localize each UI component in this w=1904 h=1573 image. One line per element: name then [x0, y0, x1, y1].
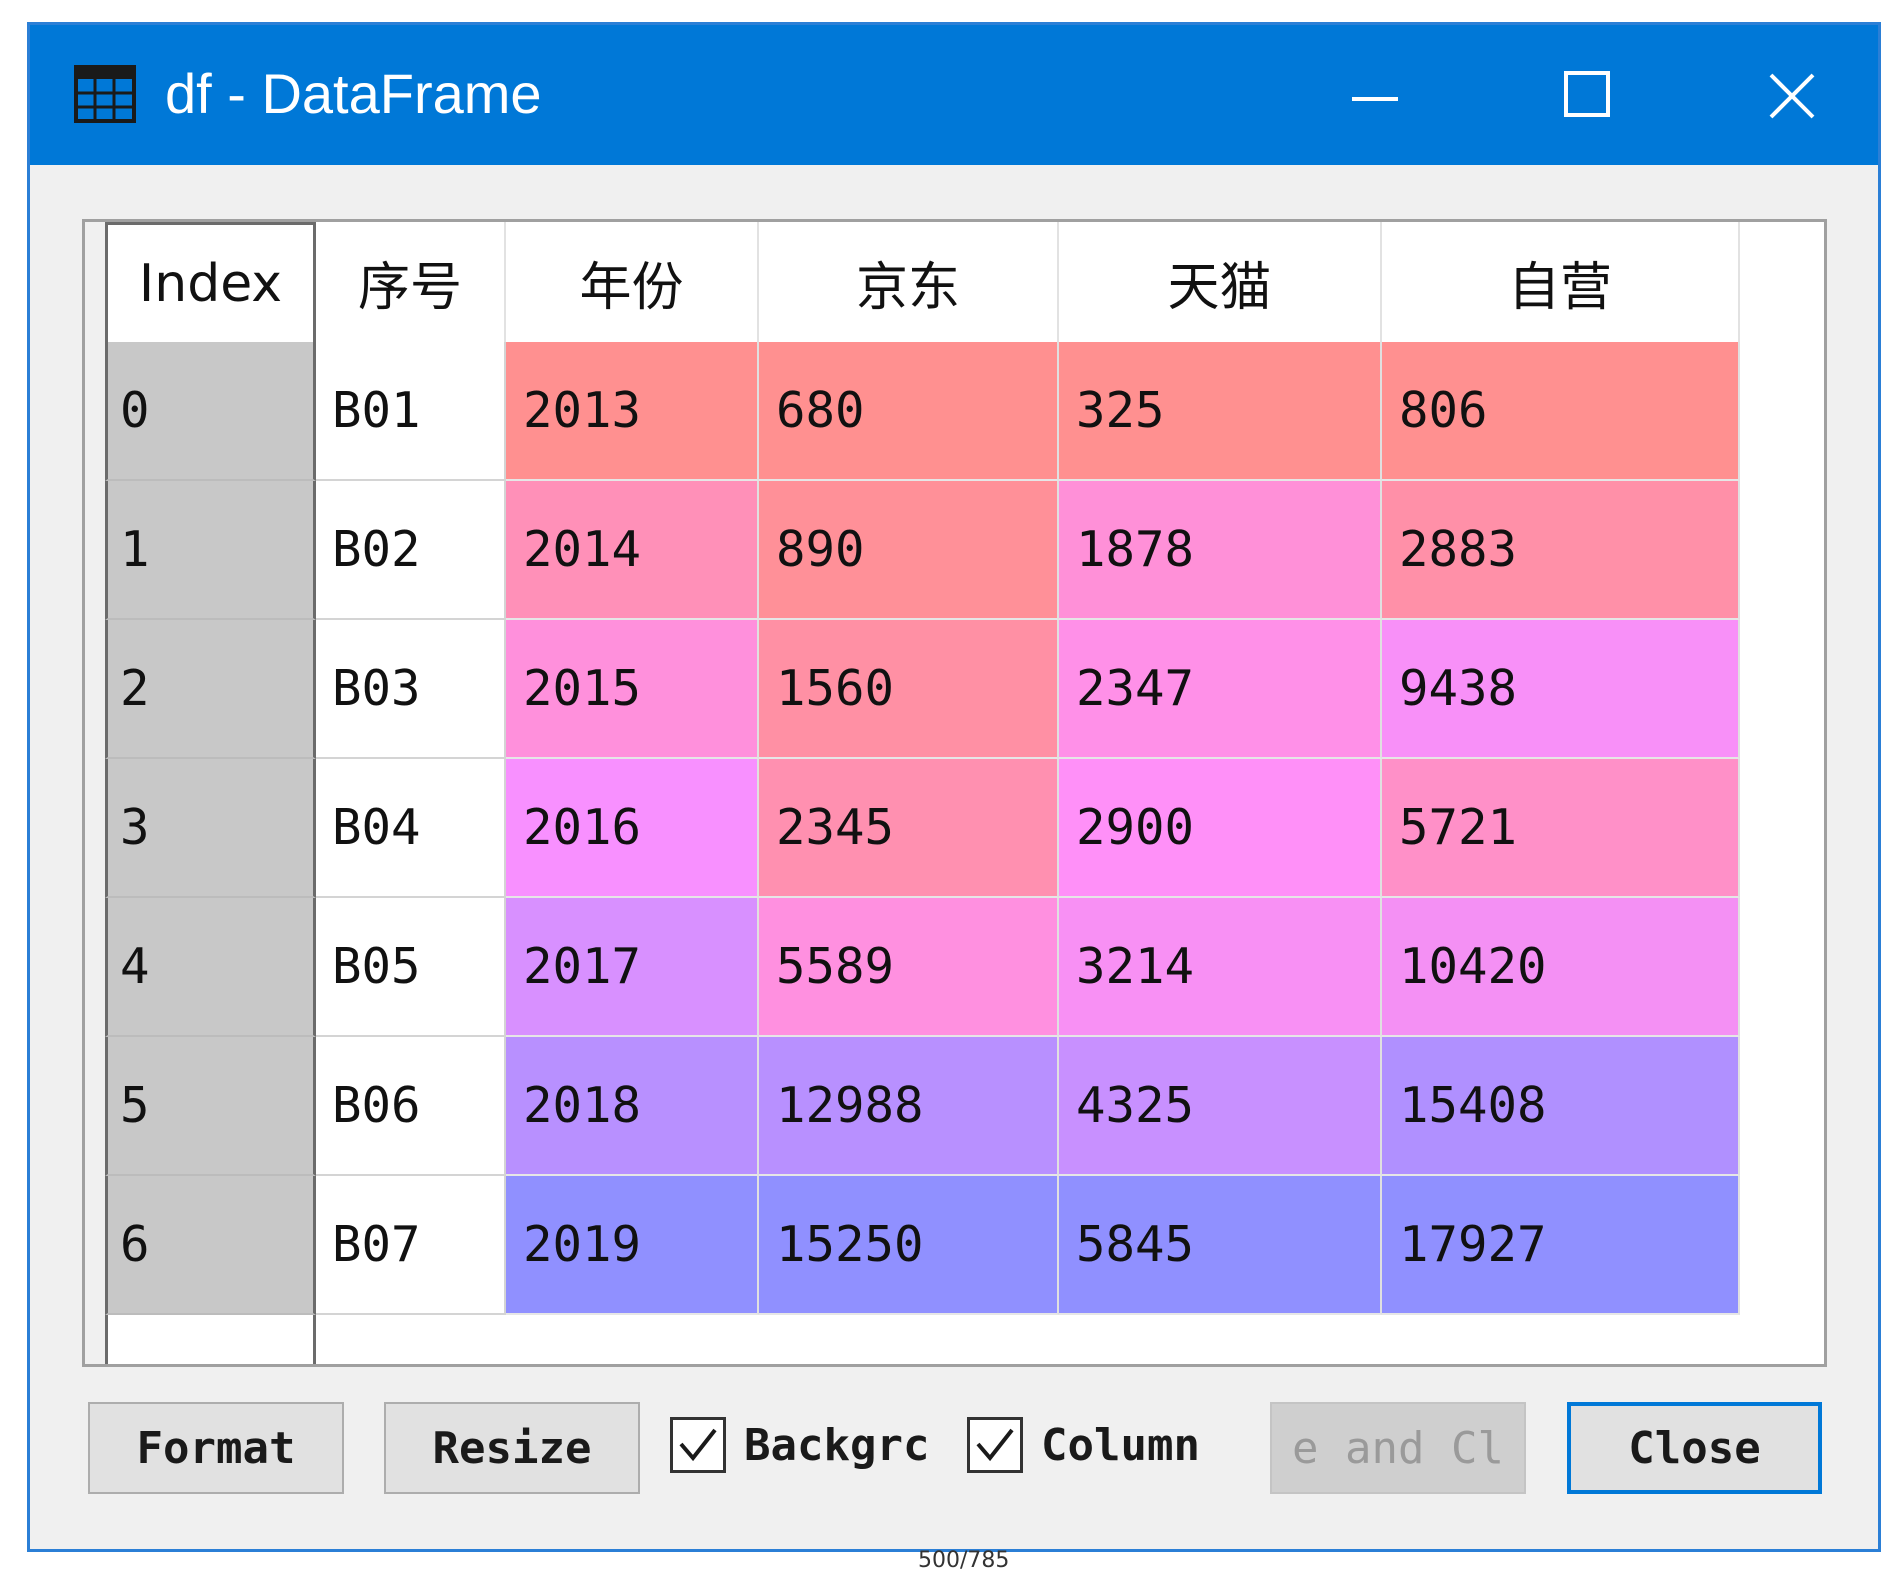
table-cell-seq[interactable]: B07: [316, 1176, 506, 1315]
minimize-icon: [1352, 97, 1398, 101]
table-cell-value[interactable]: 2016: [506, 759, 759, 898]
table-gutter: [85, 222, 105, 1364]
table-cell-seq[interactable]: B06: [316, 1037, 506, 1176]
page-indicator: 500/785: [918, 1548, 1010, 1573]
table-cell-value[interactable]: 1560: [759, 620, 1059, 759]
format-button[interactable]: Format: [88, 1402, 344, 1494]
table-cell-seq[interactable]: B02: [316, 481, 506, 620]
table-cell-value[interactable]: 9438: [1382, 620, 1740, 759]
table-cell-seq[interactable]: B04: [316, 759, 506, 898]
table-grid: Index 序号 年份 京东 天猫 自营 0 B01 2013 680 325 806 1 B…: [105, 222, 1740, 1315]
resize-button[interactable]: Resize: [384, 1402, 640, 1494]
row-index-cell[interactable]: 0: [105, 342, 316, 481]
row-index-cell[interactable]: 5: [105, 1037, 316, 1176]
column-header-jd[interactable]: 京东: [759, 222, 1059, 342]
row-index-cell[interactable]: 6: [105, 1176, 316, 1315]
table-cell-value[interactable]: 10420: [1382, 898, 1740, 1037]
row-index-cell[interactable]: 3: [105, 759, 316, 898]
row-index-cell[interactable]: 4: [105, 898, 316, 1037]
maximize-icon: [1564, 71, 1610, 117]
row-index-cell[interactable]: 1: [105, 481, 316, 620]
table-cell-value[interactable]: 1878: [1059, 481, 1382, 620]
window-title: df - DataFrame: [165, 62, 542, 125]
table-cell-value[interactable]: 5589: [759, 898, 1059, 1037]
close-button[interactable]: Close: [1567, 1402, 1822, 1494]
column-header-seq[interactable]: 序号: [316, 222, 506, 342]
table-cell-value[interactable]: 17927: [1382, 1176, 1740, 1315]
table-cell-value[interactable]: 2883: [1382, 481, 1740, 620]
table-cell-value[interactable]: 15408: [1382, 1037, 1740, 1176]
checkmark-icon: [679, 1428, 717, 1462]
row-index-cell[interactable]: 2: [105, 620, 316, 759]
checkbox-box[interactable]: [670, 1417, 726, 1473]
table-cell-value[interactable]: 680: [759, 342, 1059, 481]
column-header-self[interactable]: 自营: [1382, 222, 1740, 342]
table-cell-value[interactable]: 4325: [1059, 1037, 1382, 1176]
table-cell-value[interactable]: 2015: [506, 620, 759, 759]
column-header-tmall[interactable]: 天猫: [1059, 222, 1382, 342]
checkmark-icon: [976, 1428, 1014, 1462]
table-cell-value[interactable]: 2013: [506, 342, 759, 481]
table-cell-value[interactable]: 5721: [1382, 759, 1740, 898]
table-cell-value[interactable]: 15250: [759, 1176, 1059, 1315]
table-cell-value[interactable]: 806: [1382, 342, 1740, 481]
table-cell-value[interactable]: 2347: [1059, 620, 1382, 759]
table-cell-seq[interactable]: B03: [316, 620, 506, 759]
minimize-button[interactable]: [1330, 55, 1420, 135]
column-min-max-checkbox[interactable]: Column: [967, 1410, 1267, 1480]
background-color-checkbox[interactable]: Backgrc: [670, 1410, 970, 1480]
table-cell-value[interactable]: 890: [759, 481, 1059, 620]
table-cell-value[interactable]: 5845: [1059, 1176, 1382, 1315]
table-cell-value[interactable]: 2900: [1059, 759, 1382, 898]
table-cell-value[interactable]: 3214: [1059, 898, 1382, 1037]
title-bar[interactable]: df - DataFrame: [30, 25, 1878, 165]
dataframe-table: Index 序号 年份 京东 天猫 自营 0 B01 2013 680 325 806 1 B…: [82, 219, 1827, 1367]
table-cell-seq[interactable]: B05: [316, 898, 506, 1037]
close-icon: [1769, 73, 1815, 119]
column-header-index[interactable]: Index: [105, 222, 316, 342]
background-checkbox-label: Backgrc: [744, 1419, 930, 1471]
close-window-button[interactable]: [1745, 55, 1835, 135]
table-cell-value[interactable]: 325: [1059, 342, 1382, 481]
dataframe-window: df - DataFrame Index 序号 年份 京东 天猫 自营 0 B0…: [27, 22, 1881, 1552]
table-cell-value[interactable]: 2017: [506, 898, 759, 1037]
column-checkbox-label: Column: [1041, 1419, 1200, 1471]
save-and-close-button[interactable]: e and Cl: [1270, 1402, 1526, 1494]
table-cell-value[interactable]: 12988: [759, 1037, 1059, 1176]
table-grid-icon: [74, 65, 136, 123]
table-cell-seq[interactable]: B01: [316, 342, 506, 481]
maximize-button[interactable]: [1540, 55, 1630, 135]
table-cell-value[interactable]: 2014: [506, 481, 759, 620]
table-cell-value[interactable]: 2018: [506, 1037, 759, 1176]
table-cell-value[interactable]: 2345: [759, 759, 1059, 898]
checkbox-box[interactable]: [967, 1417, 1023, 1473]
index-column-footer: [105, 1315, 316, 1364]
column-header-year[interactable]: 年份: [506, 222, 759, 342]
table-cell-value[interactable]: 2019: [506, 1176, 759, 1315]
